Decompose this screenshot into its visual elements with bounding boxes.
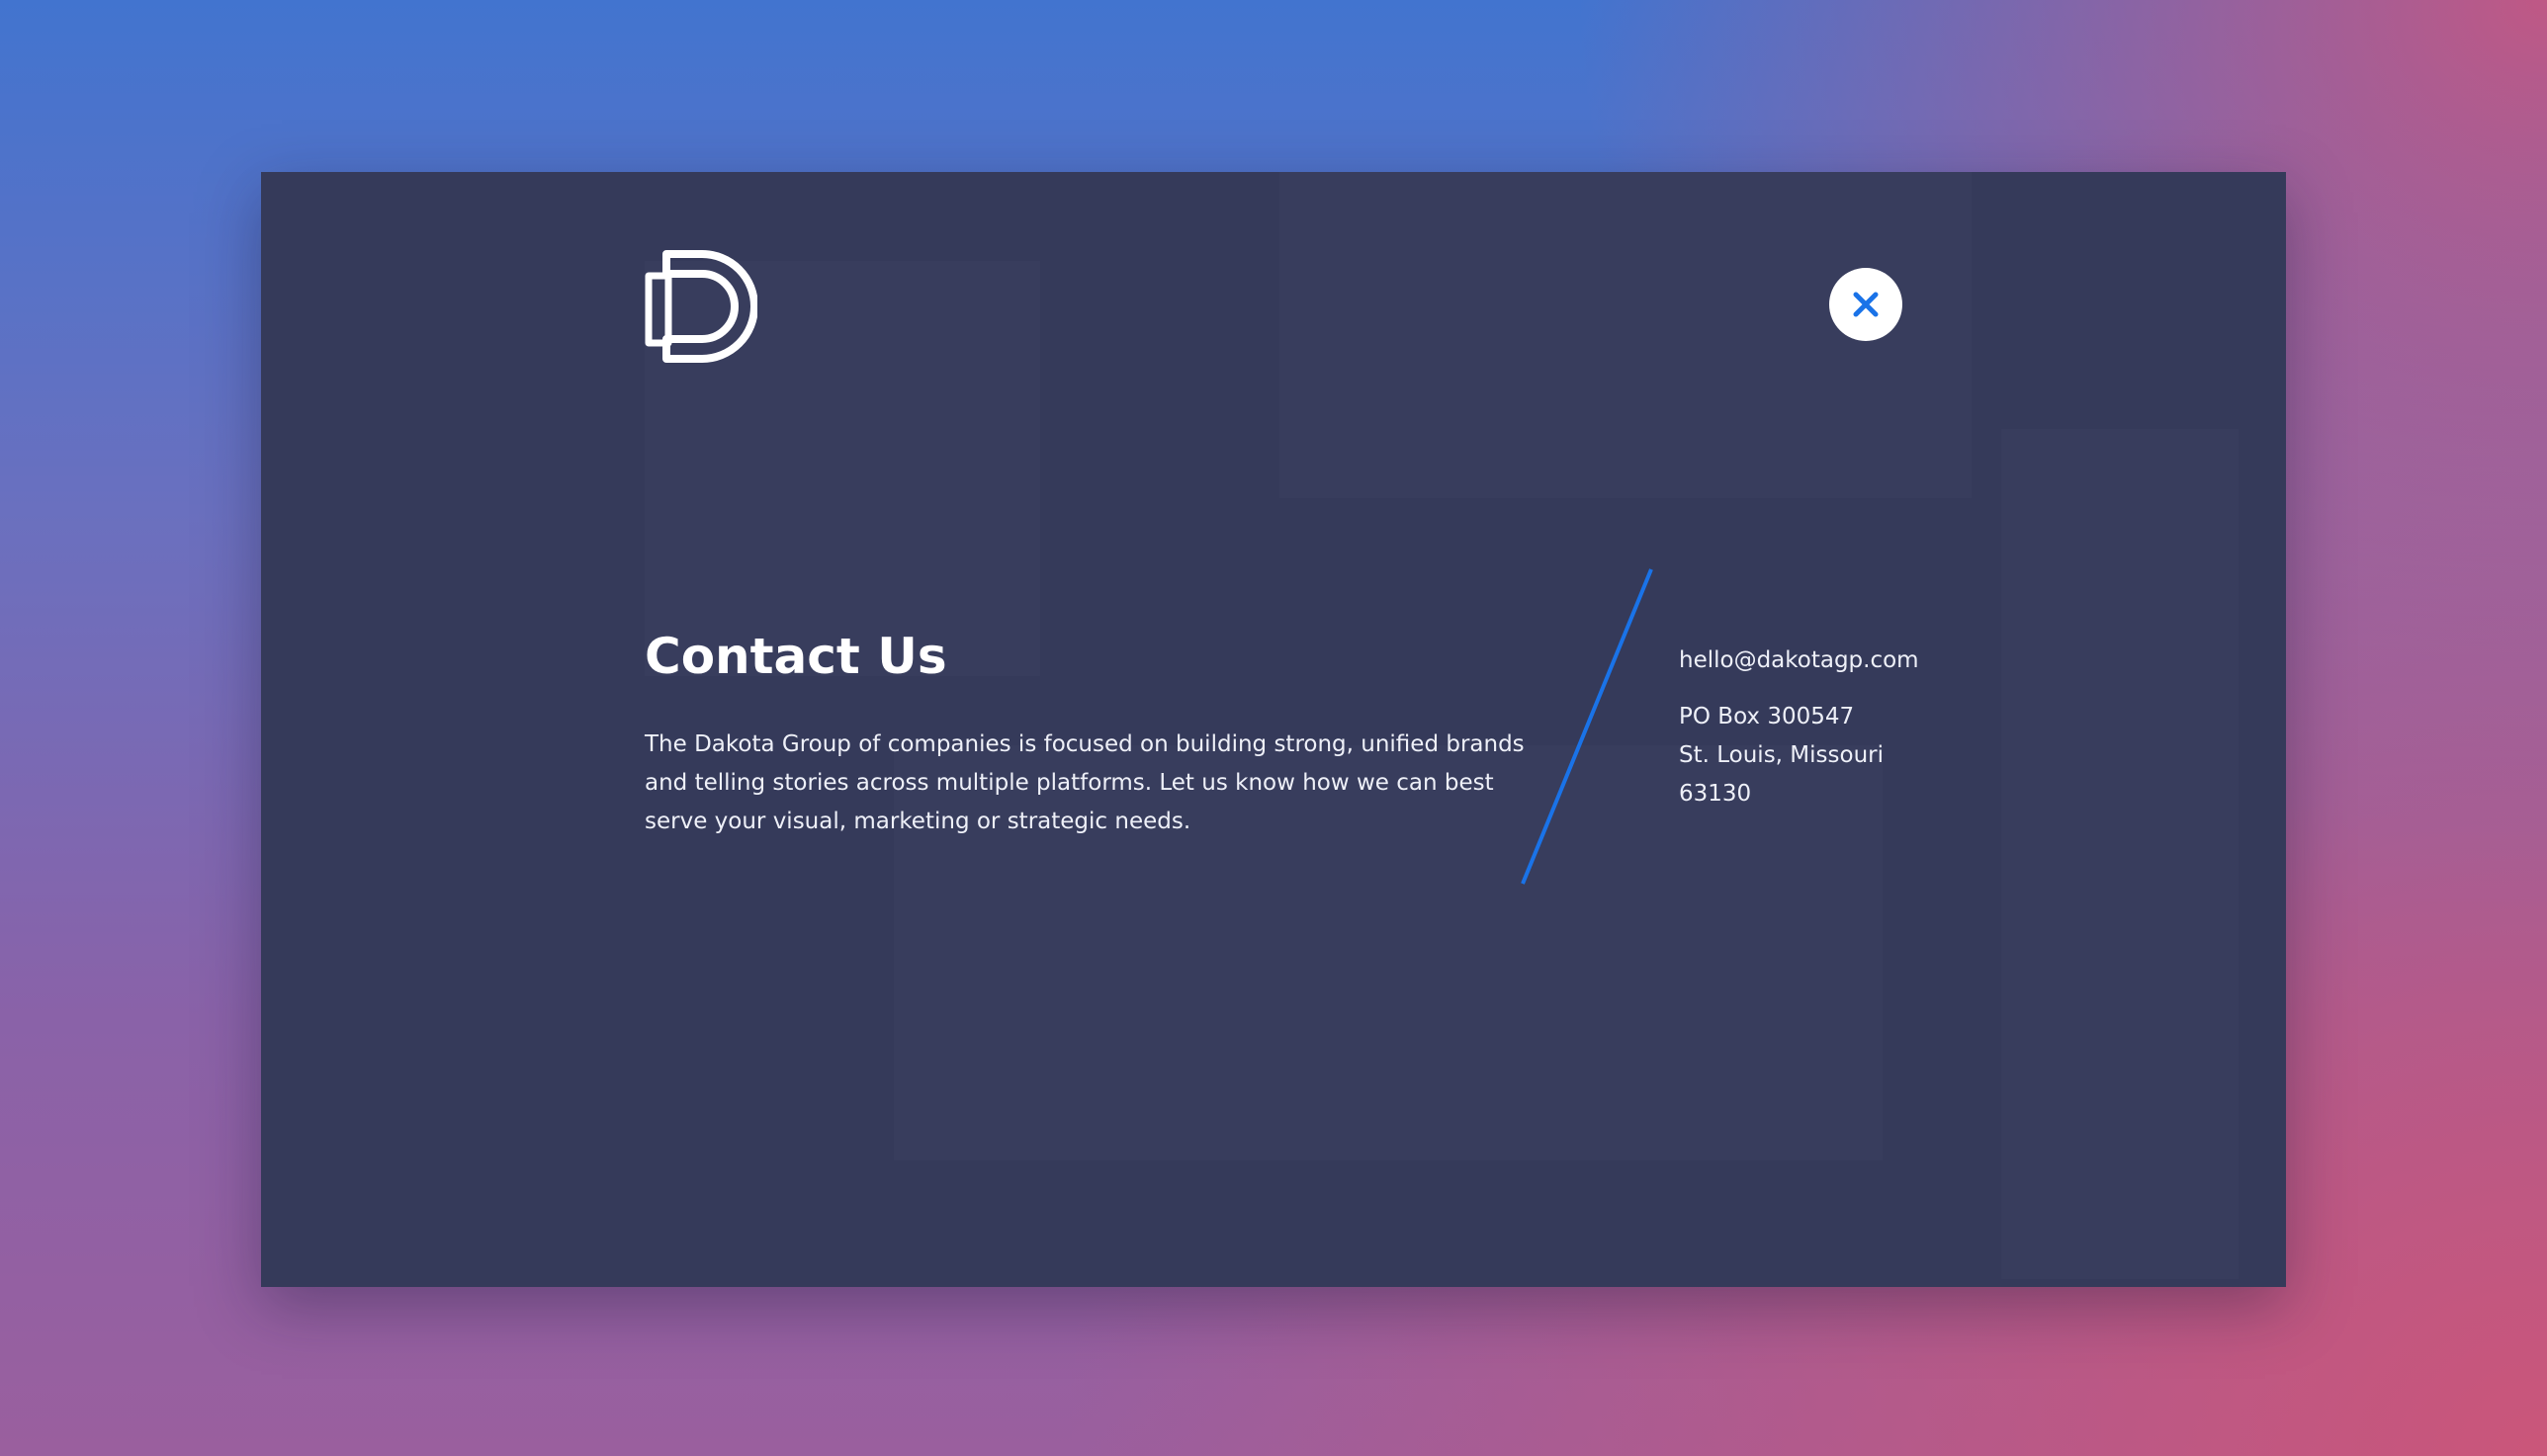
close-icon xyxy=(1853,292,1879,317)
dakota-logo xyxy=(645,250,758,363)
address-line: PO Box 300547 xyxy=(1679,704,1855,729)
background-watermark xyxy=(2001,429,2239,1279)
address-line: 63130 xyxy=(1679,781,1752,807)
close-button[interactable] xyxy=(1829,268,1902,341)
diagonal-divider xyxy=(1521,568,1653,885)
contact-modal: Contact Us The Dakota Group of companies… xyxy=(261,172,2286,1287)
email-link[interactable]: hello@dakotagp.com xyxy=(1679,642,1956,680)
page-title: Contact Us xyxy=(645,628,947,685)
address-line: St. Louis, Missouri xyxy=(1679,742,1884,768)
contact-description: The Dakota Group of companies is focused… xyxy=(645,731,1525,834)
contact-details: hello@dakotagp.com PO Box 300547 St. Lou… xyxy=(1679,642,1956,814)
